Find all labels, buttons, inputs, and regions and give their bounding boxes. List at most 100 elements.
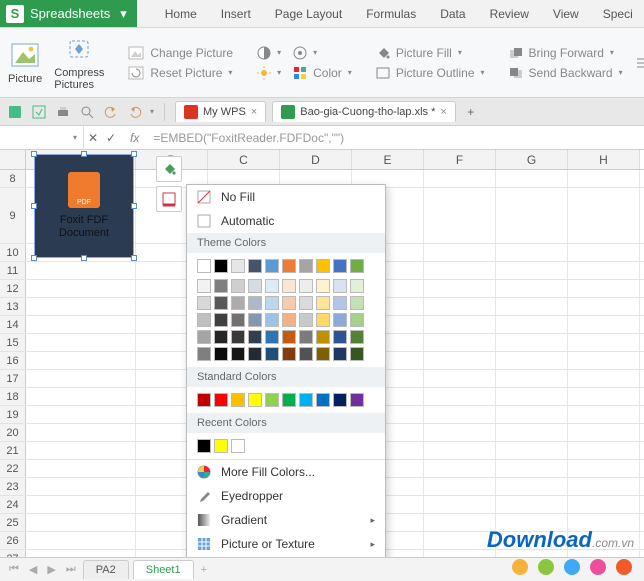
- sheet-tab-active[interactable]: Sheet1: [133, 560, 194, 579]
- color-swatch[interactable]: [265, 393, 279, 407]
- cell[interactable]: [568, 460, 640, 477]
- cell[interactable]: [26, 316, 136, 333]
- color-swatch[interactable]: [316, 296, 330, 310]
- cell[interactable]: [568, 388, 640, 405]
- menu-formulas[interactable]: Formulas: [366, 7, 416, 21]
- color-swatch[interactable]: [214, 296, 228, 310]
- row-header[interactable]: 22: [0, 460, 26, 477]
- menu-review[interactable]: Review: [490, 7, 529, 21]
- color-swatch[interactable]: [248, 330, 262, 344]
- fill-tool-button[interactable]: [156, 156, 182, 182]
- popup-no-fill[interactable]: No Fill: [187, 185, 385, 209]
- color-swatch[interactable]: [214, 439, 228, 453]
- cell[interactable]: [496, 388, 568, 405]
- color-swatch[interactable]: [282, 259, 296, 273]
- cell[interactable]: [568, 424, 640, 441]
- resize-handle[interactable]: [81, 151, 87, 157]
- color-swatch[interactable]: [333, 279, 347, 293]
- cell[interactable]: [496, 496, 568, 513]
- color-swatch[interactable]: [265, 296, 279, 310]
- color-swatch[interactable]: [350, 393, 364, 407]
- color-swatch[interactable]: [316, 279, 330, 293]
- cell[interactable]: [424, 280, 496, 297]
- cell[interactable]: [496, 442, 568, 459]
- cell[interactable]: [424, 478, 496, 495]
- cell[interactable]: [496, 352, 568, 369]
- cell[interactable]: [568, 370, 640, 387]
- cell[interactable]: [26, 532, 136, 549]
- accept-icon[interactable]: ✓: [102, 129, 120, 147]
- color-swatch[interactable]: [316, 393, 330, 407]
- column-header[interactable]: G: [496, 150, 568, 169]
- cell[interactable]: [424, 170, 496, 187]
- sheet-nav-first[interactable]: ⏮: [6, 563, 22, 576]
- cell[interactable]: [424, 244, 496, 261]
- row-header[interactable]: 19: [0, 406, 26, 423]
- cell[interactable]: [26, 352, 136, 369]
- color-swatch[interactable]: [197, 259, 211, 273]
- ribbon-picture-outline[interactable]: Picture Outline▾: [376, 66, 485, 80]
- column-header[interactable]: E: [352, 150, 424, 169]
- cell[interactable]: [568, 244, 640, 261]
- color-swatch[interactable]: [248, 296, 262, 310]
- color-swatch[interactable]: [333, 347, 347, 361]
- color-swatch[interactable]: [350, 279, 364, 293]
- cell[interactable]: [424, 352, 496, 369]
- color-swatch[interactable]: [197, 393, 211, 407]
- color-swatch[interactable]: [333, 296, 347, 310]
- qat-redo-icon[interactable]: [126, 103, 144, 121]
- cell[interactable]: [26, 442, 136, 459]
- cell[interactable]: [424, 262, 496, 279]
- cell[interactable]: [26, 334, 136, 351]
- cell[interactable]: [496, 460, 568, 477]
- color-swatch[interactable]: [282, 330, 296, 344]
- cell[interactable]: [496, 334, 568, 351]
- row-header[interactable]: 24: [0, 496, 26, 513]
- cell[interactable]: [26, 460, 136, 477]
- formula-input[interactable]: =EMBED("FoxitReader.FDFDoc",""): [149, 131, 644, 145]
- cell[interactable]: [424, 388, 496, 405]
- color-swatch[interactable]: [231, 347, 245, 361]
- color-swatch[interactable]: [299, 259, 313, 273]
- cell[interactable]: [568, 352, 640, 369]
- color-swatch[interactable]: [265, 259, 279, 273]
- row-header[interactable]: 26: [0, 532, 26, 549]
- color-swatch[interactable]: [248, 347, 262, 361]
- row-header[interactable]: 12: [0, 280, 26, 297]
- popup-picture-texture[interactable]: Picture or Texture▸: [187, 532, 385, 556]
- row-header[interactable]: 14: [0, 316, 26, 333]
- row-header[interactable]: 15: [0, 334, 26, 351]
- ribbon-bring-forward[interactable]: Bring Forward▾: [509, 46, 623, 60]
- resize-handle[interactable]: [31, 151, 37, 157]
- column-header[interactable]: D: [280, 150, 352, 169]
- ribbon-color-button[interactable]: Color▾: [293, 66, 352, 80]
- color-swatch[interactable]: [316, 347, 330, 361]
- sheet-tab-pa2[interactable]: PA2: [83, 560, 129, 579]
- color-swatch[interactable]: [333, 259, 347, 273]
- ribbon-change-picture[interactable]: Change Picture: [128, 46, 233, 60]
- cell[interactable]: [26, 514, 136, 531]
- embedded-pdf-object[interactable]: Foxit FDFDocument: [34, 154, 134, 258]
- fx-icon[interactable]: fx: [120, 131, 149, 145]
- add-sheet-button[interactable]: +: [198, 564, 210, 576]
- color-swatch[interactable]: [214, 279, 228, 293]
- color-swatch[interactable]: [282, 296, 296, 310]
- cell[interactable]: [496, 244, 568, 261]
- cell[interactable]: [568, 170, 640, 187]
- color-swatch[interactable]: [265, 313, 279, 327]
- color-swatch[interactable]: [214, 347, 228, 361]
- row-header[interactable]: 17: [0, 370, 26, 387]
- menu-speci[interactable]: Speci: [603, 7, 633, 21]
- color-swatch[interactable]: [214, 313, 228, 327]
- cell[interactable]: [424, 514, 496, 531]
- color-swatch[interactable]: [282, 393, 296, 407]
- color-swatch[interactable]: [350, 296, 364, 310]
- cell[interactable]: [26, 406, 136, 423]
- row-header[interactable]: 21: [0, 442, 26, 459]
- resize-handle[interactable]: [131, 255, 137, 261]
- color-swatch[interactable]: [350, 313, 364, 327]
- color-swatch[interactable]: [350, 259, 364, 273]
- color-swatch[interactable]: [248, 313, 262, 327]
- color-swatch[interactable]: [197, 439, 211, 453]
- color-swatch[interactable]: [231, 296, 245, 310]
